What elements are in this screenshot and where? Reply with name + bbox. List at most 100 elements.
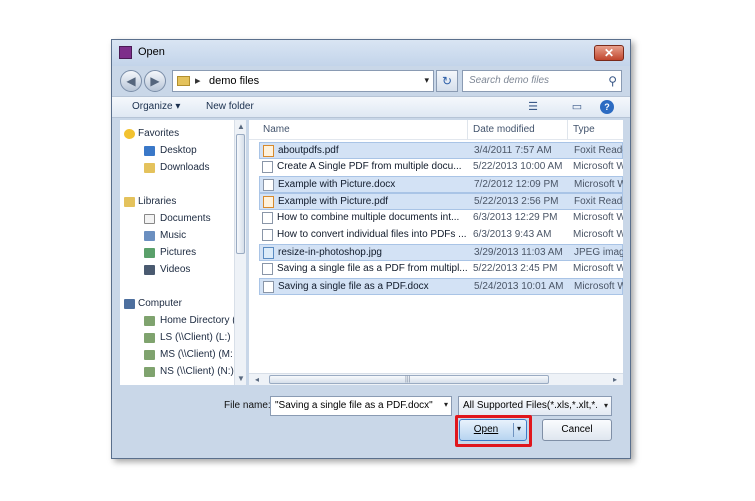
cancel-button[interactable]: Cancel <box>542 419 612 441</box>
file-type-select[interactable]: All Supported Files(*.xls,*.xlt,*.xl ▾ <box>458 396 612 416</box>
nav-item-libraries[interactable]: Libraries <box>120 194 246 211</box>
file-name: resize-in-photoshop.jpg <box>278 247 382 258</box>
nav-item-computer[interactable]: Computer <box>120 296 246 313</box>
file-type: Microsoft W <box>574 281 623 292</box>
organize-menu[interactable]: Organize ▾ <box>132 101 180 112</box>
nav-item-label: Libraries <box>138 196 177 207</box>
nav-item-downloads[interactable]: Downloads <box>120 160 246 177</box>
file-row[interactable]: aboutpdfs.pdf 3/4/2011 7:57 AM Foxit Reade… <box>259 142 623 159</box>
doc-file-icon <box>263 281 274 293</box>
file-row[interactable]: How to combine multiple documents int...… <box>259 210 623 227</box>
documents-icon <box>144 214 155 224</box>
network-drive-icon <box>144 333 155 343</box>
nav-item-ls-drive[interactable]: LS (\\Client) (L:) <box>120 330 246 347</box>
doc-file-icon <box>263 179 274 191</box>
file-row[interactable]: Saving a single file as a PDF from multi… <box>259 261 623 278</box>
refresh-button[interactable]: ↻ <box>436 70 458 92</box>
pdf-file-icon <box>263 145 274 157</box>
scroll-down-icon[interactable]: ▼ <box>235 374 247 383</box>
file-type: Microsoft W <box>573 263 623 274</box>
nav-item-videos[interactable]: Videos <box>120 262 246 279</box>
nav-item-label: Computer <box>138 298 182 309</box>
nav-scrollbar[interactable]: ▲ ▼ <box>234 120 246 385</box>
change-view-icon[interactable]: ☰ <box>526 100 540 114</box>
new-folder-button[interactable]: New folder <box>206 101 254 112</box>
file-date: 5/22/2013 10:00 AM <box>473 161 563 172</box>
horizontal-scrollbar[interactable]: ◂ ||| ▸ <box>249 373 623 385</box>
file-name: Create A Single PDF from multiple docu..… <box>277 161 462 172</box>
scroll-right-icon[interactable]: ▸ <box>609 375 621 384</box>
file-type: Microsoft W <box>573 161 623 172</box>
address-bar[interactable]: ▸ demo files ▾ <box>172 70 434 92</box>
nav-item-label: LS (\\Client) (L:) <box>160 332 231 343</box>
navigation-pane: Favorites Desktop Downloads Libraries Do… <box>120 120 246 385</box>
address-row: ◀ ▶ ▸ demo files ▾ ↻ Search demo files ⚲ <box>112 66 630 96</box>
nav-item-music[interactable]: Music <box>120 228 246 245</box>
column-divider[interactable] <box>467 120 468 140</box>
breadcrumb-current[interactable]: demo files <box>209 75 259 87</box>
chevron-down-icon[interactable]: ▾ <box>604 401 608 410</box>
nav-item-label: Favorites <box>138 128 180 139</box>
column-header-name[interactable]: Name <box>263 124 290 135</box>
file-row[interactable]: Saving a single file as a PDF.docx 5/24/2… <box>259 278 623 295</box>
nav-item-label: Desktop <box>160 145 197 156</box>
file-name: Example with Picture.docx <box>278 179 396 190</box>
network-drive-icon <box>144 350 155 360</box>
nav-item-ns-drive[interactable]: NS (\\Client) (N:) <box>120 364 246 381</box>
file-name-value[interactable]: "Saving a single file as a PDF.docx" "a <box>275 400 435 411</box>
nav-item-label: Downloads <box>160 162 210 173</box>
jpg-file-icon <box>263 247 274 259</box>
nav-item-favorites[interactable]: Favorites <box>120 126 246 143</box>
downloads-icon <box>144 163 155 173</box>
address-dropdown-icon[interactable]: ▾ <box>424 75 429 86</box>
file-row[interactable]: Create A Single PDF from multiple docu..… <box>259 159 623 176</box>
open-file-dialog: Open ✕ ◀ ▶ ▸ demo files ▾ ↻ Search demo … <box>111 39 631 459</box>
file-name: How to combine multiple documents int... <box>277 212 460 223</box>
file-type: Foxit Reader <box>574 145 623 156</box>
chevron-down-icon[interactable]: ▾ <box>517 424 521 433</box>
preview-pane-icon[interactable]: ▭ <box>570 100 584 114</box>
close-button[interactable]: ✕ <box>594 45 624 61</box>
nav-item-home-directory[interactable]: Home Directory ( <box>120 313 246 330</box>
scroll-left-icon[interactable]: ◂ <box>251 375 263 384</box>
file-date: 6/3/2013 9:43 AM <box>473 229 552 240</box>
search-icon[interactable]: ⚲ <box>608 74 617 88</box>
file-name-label: File name: <box>224 400 271 411</box>
forward-button[interactable]: ▶ <box>144 70 166 92</box>
nav-item-label: Pictures <box>160 247 197 258</box>
file-row[interactable]: Example with Picture.docx 7/2/2012 12:09 … <box>259 176 623 193</box>
open-button-label[interactable]: Open <box>460 424 512 435</box>
open-button[interactable]: Open ▾ <box>459 419 527 441</box>
computer-icon <box>124 299 135 309</box>
nav-item-documents[interactable]: Documents <box>120 211 246 228</box>
library-icon <box>124 197 135 207</box>
file-type: Microsoft W <box>573 212 623 223</box>
back-button[interactable]: ◀ <box>120 70 142 92</box>
file-row[interactable]: How to convert individual files into PDF… <box>259 227 623 244</box>
file-row[interactable]: Example with Picture.pdf 5/22/2013 2:56 P… <box>259 193 623 210</box>
chevron-down-icon[interactable]: ▾ <box>444 400 448 409</box>
search-input[interactable]: Search demo files ⚲ <box>462 70 622 92</box>
nav-item-label: NS (\\Client) (N:) <box>160 366 234 377</box>
scroll-thumb[interactable] <box>236 134 245 254</box>
column-header-type[interactable]: Type <box>573 124 595 135</box>
title-bar[interactable]: Open ✕ <box>112 40 630 66</box>
pictures-icon <box>144 248 155 258</box>
help-icon[interactable]: ? <box>600 100 614 114</box>
nav-item-desktop[interactable]: Desktop <box>120 143 246 160</box>
nav-item-pictures[interactable]: Pictures <box>120 245 246 262</box>
nav-item-ms-drive[interactable]: MS (\\Client) (M: <box>120 347 246 364</box>
scroll-up-icon[interactable]: ▲ <box>235 122 247 131</box>
file-date: 3/29/2013 11:03 AM <box>474 247 563 258</box>
file-name-input[interactable]: "Saving a single file as a PDF.docx" "a … <box>270 396 452 416</box>
column-header-date[interactable]: Date modified <box>473 124 535 135</box>
file-date: 3/4/2011 7:57 AM <box>474 145 552 156</box>
column-headers: Name Date modified Type <box>249 120 623 140</box>
file-list: Name Date modified Type aboutpdfs.pdf 3/4… <box>249 120 623 385</box>
file-row[interactable]: resize-in-photoshop.jpg 3/29/2013 11:03 A… <box>259 244 623 261</box>
file-name: Saving a single file as a PDF from multi… <box>277 263 467 274</box>
split-divider <box>513 423 514 437</box>
column-divider[interactable] <box>567 120 568 140</box>
network-drive-icon <box>144 316 155 326</box>
scroll-thumb[interactable]: ||| <box>269 375 549 384</box>
